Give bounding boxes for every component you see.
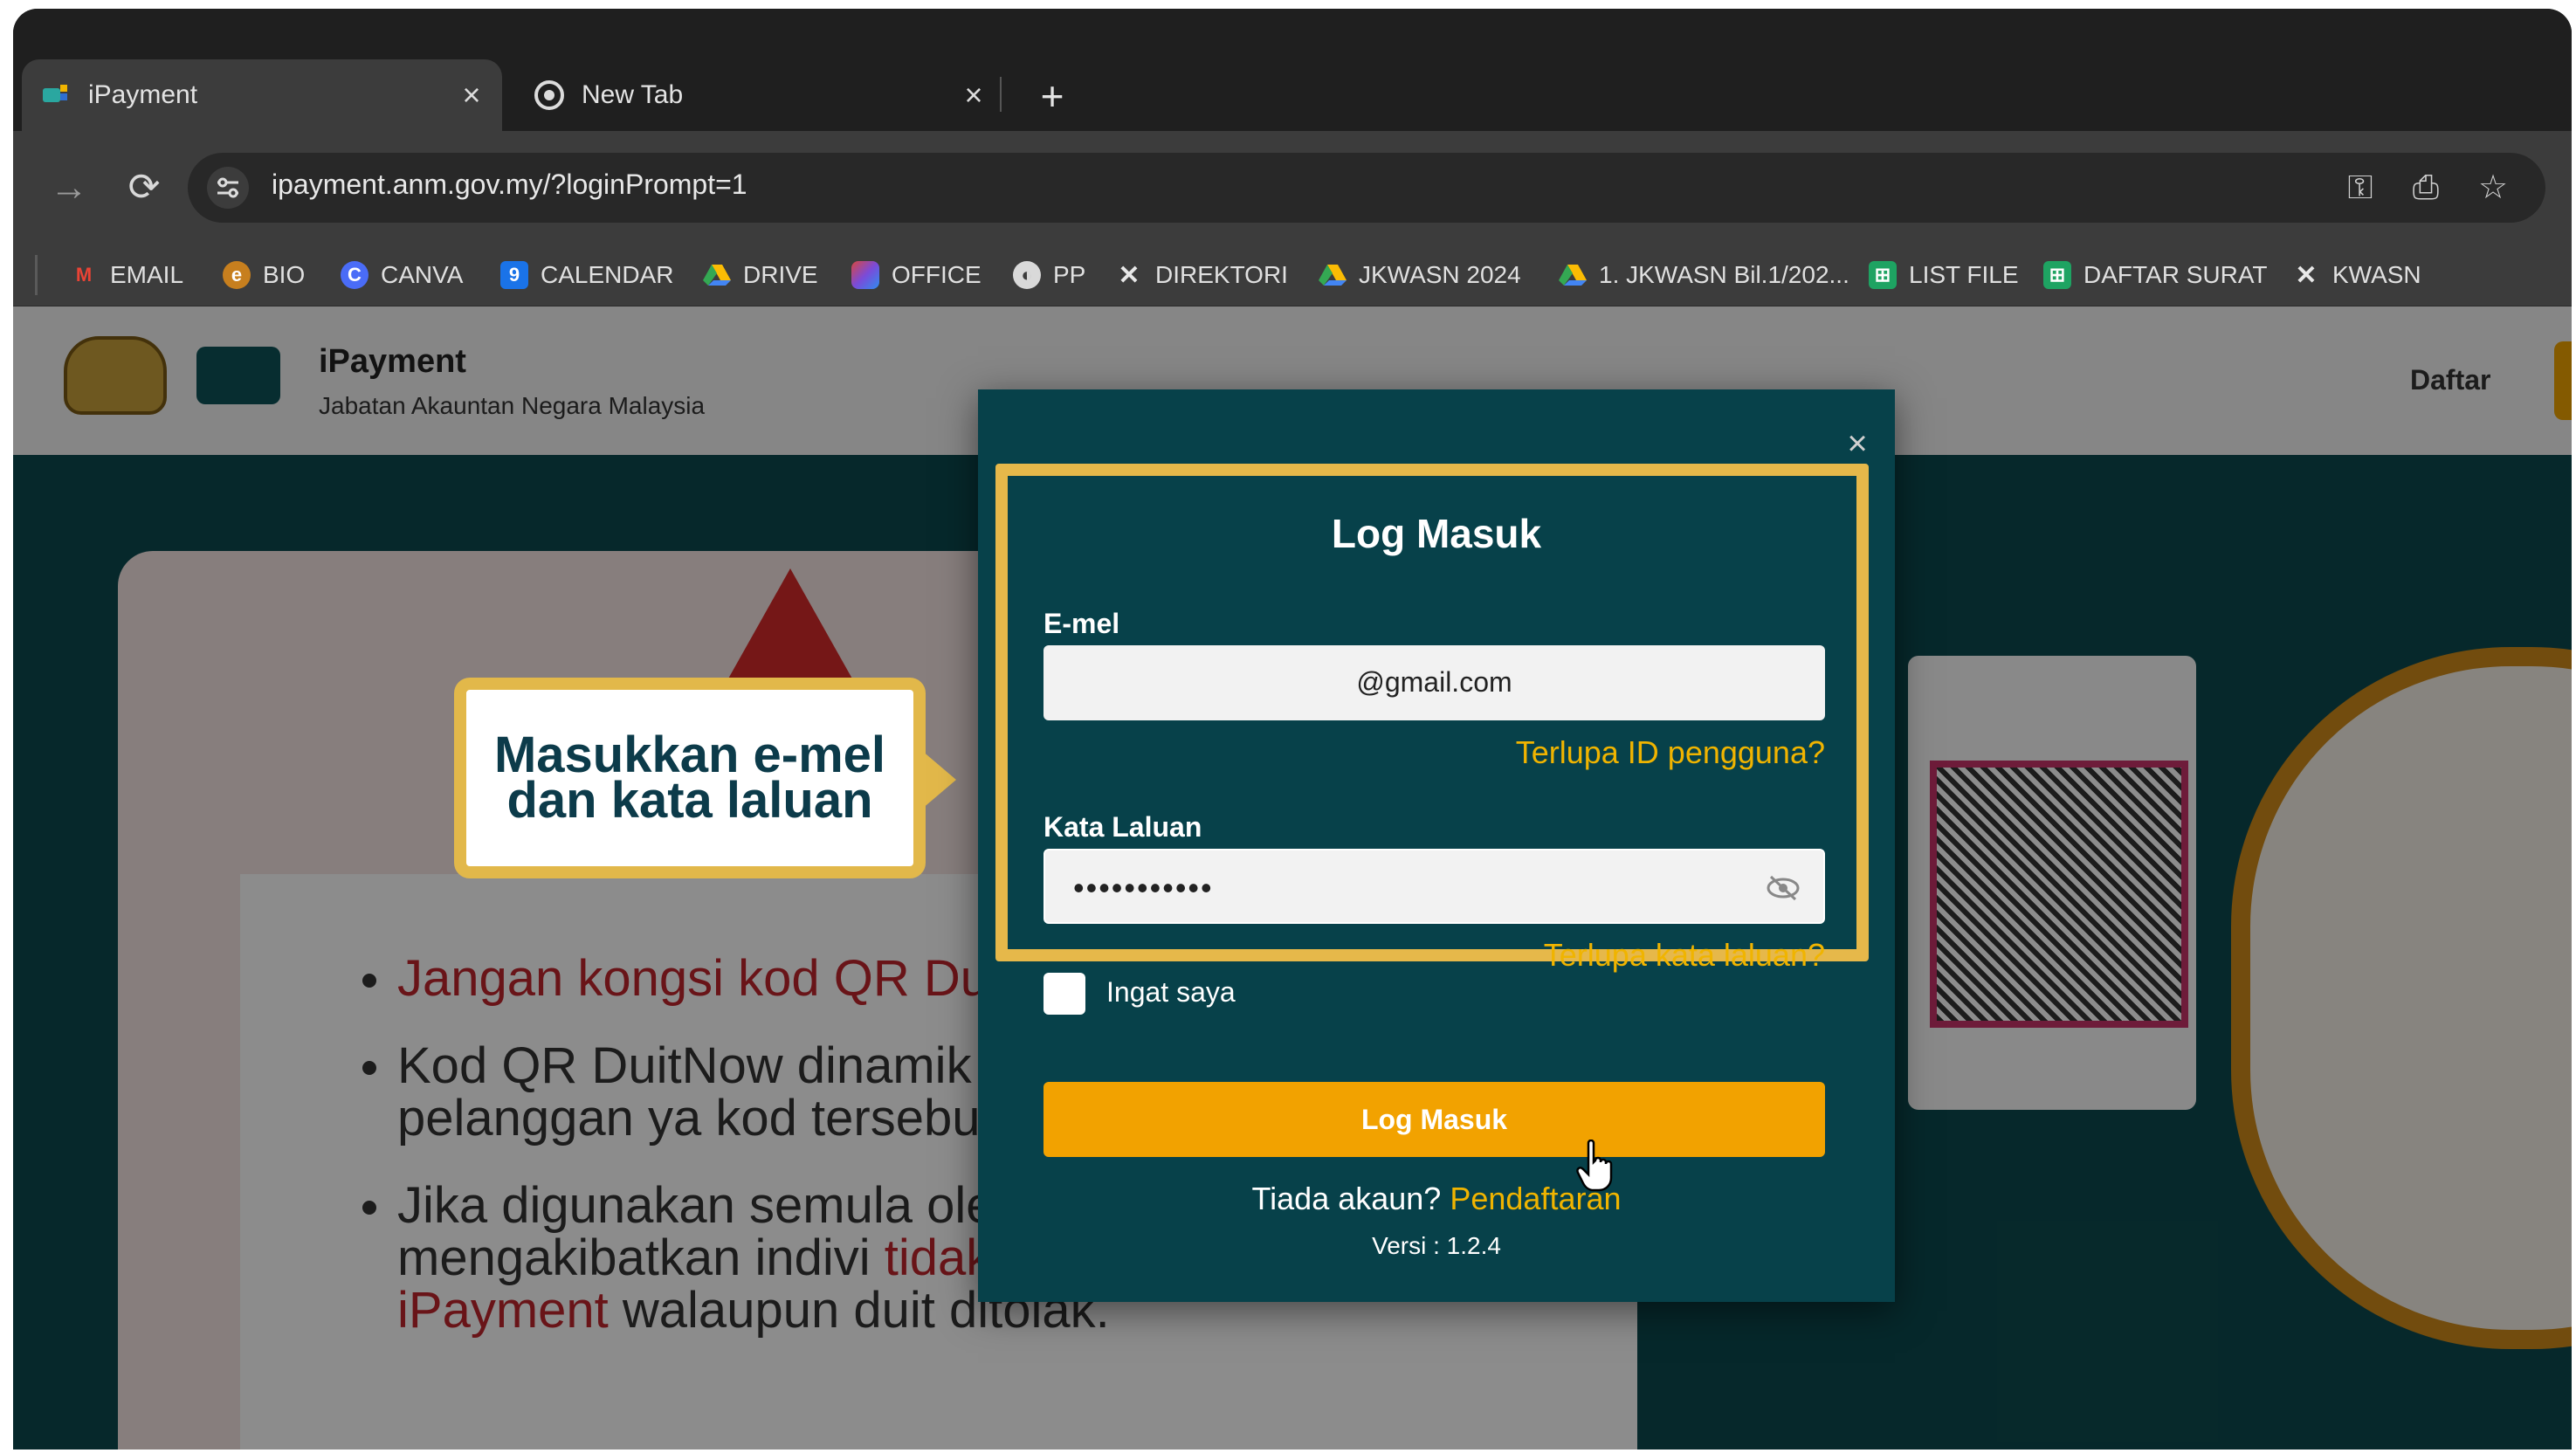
bookmark-drive[interactable]: DRIVE (703, 255, 818, 295)
bookmark-label: EMAIL (110, 261, 184, 288)
forgot-password-link[interactable]: Terlupa kata laluan? (978, 937, 1825, 974)
browser-toolbar: → ⟳ ipayment.anm.gov.my/?loginPrompt=1 ⚿… (13, 131, 2572, 244)
password-value: ••••••••••• (1073, 870, 1214, 906)
email-field[interactable]: @gmail.com (1043, 645, 1825, 720)
eye-off-icon[interactable] (1766, 873, 1801, 903)
site-settings-icon[interactable] (207, 167, 249, 209)
drive-icon (703, 261, 731, 289)
bookmark-label: OFFICE (892, 261, 981, 288)
tab-separator (1000, 77, 1002, 112)
tab-title: iPayment (88, 80, 198, 109)
no-account-label: Tiada akaun? (1251, 1181, 1442, 1216)
gmail-icon: M (75, 264, 93, 286)
bookmark-label: JKWASN 2024 (1359, 261, 1521, 288)
close-tab-icon[interactable]: × (450, 77, 493, 114)
forgot-id-link[interactable]: Terlupa ID pengguna? (978, 734, 1825, 771)
address-bar[interactable]: ipayment.anm.gov.my/?loginPrompt=1 ⚿ ⎙ ☆ (188, 153, 2545, 223)
login-modal: × Log Masuk E-mel @gmail.com Terlupa ID … (978, 389, 1895, 1302)
bookmark-calendar[interactable]: 9 CALENDAR (500, 255, 673, 295)
tab-strip: iPayment × New Tab × + (13, 9, 2572, 131)
password-key-icon[interactable]: ⚿ (2336, 163, 2385, 212)
bookmark-pp[interactable]: ◐ PP (1013, 255, 1085, 295)
close-tab-icon[interactable]: × (952, 77, 995, 114)
joomla-icon: ✕ (1118, 260, 1140, 290)
browser-window: iPayment × New Tab × + → ⟳ ipayment.anm.… (13, 9, 2572, 1450)
bookmark-email[interactable]: M EMAIL (70, 255, 183, 295)
tab-new-tab[interactable]: New Tab × (515, 59, 1004, 131)
bookmark-direktori[interactable]: ✕ DIREKTORI (1115, 255, 1288, 295)
bookmark-label: DRIVE (743, 261, 818, 288)
bookmark-canva[interactable]: C CANVA (341, 255, 463, 295)
bookmark-label: CANVA (381, 261, 464, 288)
chrome-icon (534, 80, 564, 110)
bookmark-star-icon[interactable]: ☆ (2469, 163, 2517, 212)
bookmark-office[interactable]: OFFICE (851, 255, 981, 295)
bookmark-list-file[interactable]: ⊞ LIST FILE (1869, 255, 2019, 295)
instruction-callout: Masukkan e-mel dan kata laluan (454, 678, 926, 878)
bookmark-daftar-surat[interactable]: ⊞ DAFTAR SURAT (2043, 255, 2268, 295)
ipayment-favicon (41, 80, 71, 110)
drive-icon (1319, 261, 1347, 289)
bookmark-label: KWASN (2332, 261, 2421, 288)
remember-me-label[interactable]: Ingat saya (1106, 976, 1236, 1009)
new-tab-button[interactable]: + (1026, 70, 1078, 122)
bookmark-label: BIO (263, 261, 306, 288)
bookmark-jkwasn-bil1[interactable]: 1. JKWASN Bil.1/202... (1559, 255, 1849, 295)
no-account-text: Tiada akaun? Pendaftaran (978, 1181, 1895, 1217)
canva-icon: C (341, 261, 368, 289)
callout-line-2: dan kata laluan (506, 772, 873, 829)
email-label: E-mel (1043, 608, 1120, 639)
joomla-icon: ✕ (2295, 260, 2318, 290)
bookmark-label: PP (1053, 261, 1086, 288)
remember-me-checkbox[interactable] (1043, 973, 1085, 1015)
bookmark-label: LIST FILE (1909, 261, 2019, 288)
bookmark-label: 1. JKWASN Bil.1/202... (1599, 261, 1849, 288)
sheets-icon: ⊞ (1869, 261, 1897, 289)
bookmark-label: DIREKTORI (1155, 261, 1288, 288)
tab-ipayment[interactable]: iPayment × (22, 59, 502, 131)
callout-pointer (921, 750, 956, 809)
drive-icon (1559, 261, 1587, 289)
password-field[interactable]: ••••••••••• (1043, 849, 1825, 924)
bookmark-jkwasn-2024[interactable]: JKWASN 2024 (1319, 255, 1521, 295)
password-label: Kata Laluan (1043, 811, 1202, 843)
email-value: @gmail.com (1356, 666, 1512, 698)
reload-icon[interactable]: ⟳ (118, 162, 170, 214)
bookmarks-bar: M EMAIL e BIO C CANVA 9 CALENDAR DRIVE OFFIC… (13, 244, 2572, 306)
bookmark-bio[interactable]: e BIO (223, 255, 305, 295)
modal-title: Log Masuk (1331, 511, 1542, 556)
bookmark-label: DAFTAR SURAT (2084, 261, 2268, 288)
url-text: ipayment.anm.gov.my/?loginPrompt=1 (272, 169, 747, 200)
globe-icon: ◐ (1013, 261, 1041, 289)
web-page: iPayment Jabatan Akauntan Negara Malaysi… (13, 306, 2572, 1450)
forward-icon[interactable]: → (43, 162, 95, 214)
login-button[interactable]: Log Masuk (1043, 1082, 1825, 1157)
office-icon (851, 261, 879, 289)
bookmark-kwasn[interactable]: ✕ KWASN (2292, 255, 2421, 295)
bio-icon: e (223, 261, 251, 289)
sheets-icon: ⊞ (2043, 261, 2071, 289)
version-text: Versi : 1.2.4 (1372, 1232, 1501, 1259)
tab-title: New Tab (582, 80, 684, 109)
close-icon[interactable]: × (1838, 424, 1877, 463)
hand-cursor-icon (1576, 1140, 1613, 1192)
bookmark-label: CALENDAR (541, 261, 674, 288)
bookmark-separator (35, 255, 38, 295)
install-app-icon[interactable]: ⎙ (2401, 163, 2450, 212)
calendar-icon: 9 (500, 261, 528, 289)
